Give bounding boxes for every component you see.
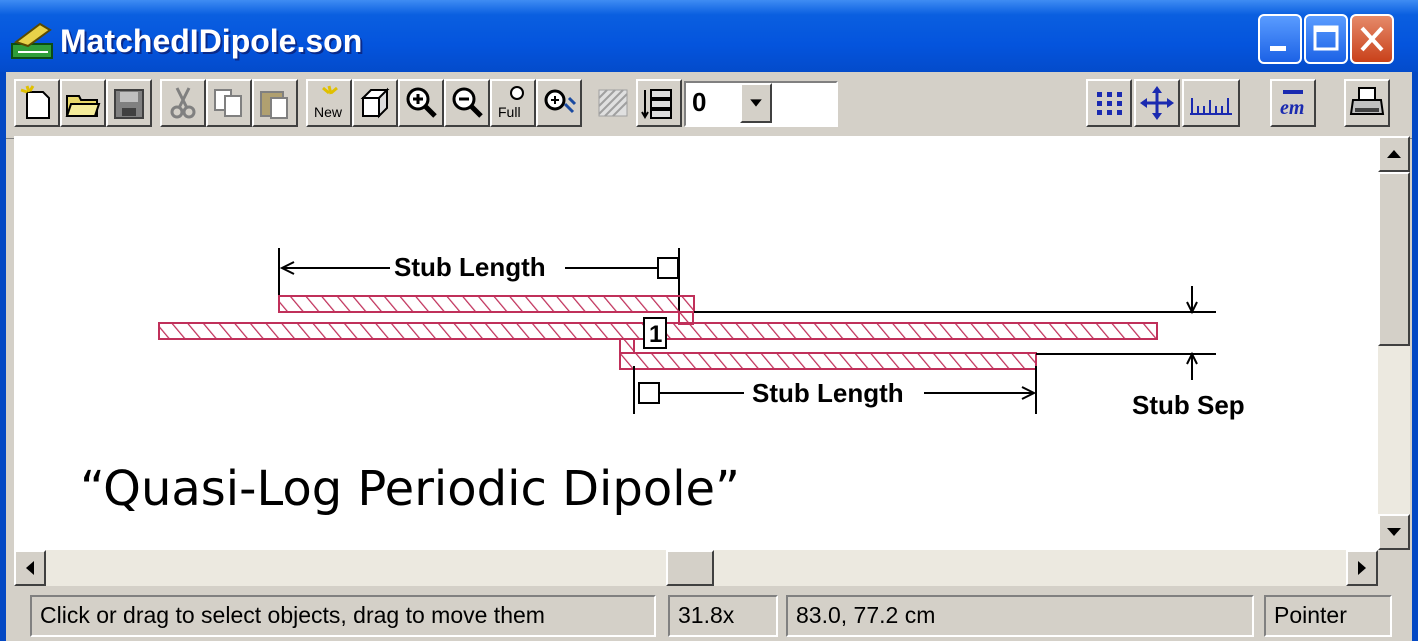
toolbar: New Full 0 em [0, 72, 1418, 139]
print-icon [1349, 87, 1385, 115]
arrow-down-icon [1387, 528, 1401, 536]
horizontal-scroll-thumb[interactable] [666, 550, 714, 586]
paste-button[interactable] [252, 79, 298, 127]
layer-dropdown-arrow[interactable] [740, 83, 772, 123]
arrow-right-icon [1358, 561, 1366, 575]
new-file-icon [20, 85, 50, 119]
app-icon [10, 20, 56, 62]
new-label: New [314, 104, 343, 120]
grid-icon [1097, 92, 1122, 115]
new-view-icon: New [314, 85, 343, 120]
zoom-out-icon [452, 87, 483, 118]
vertical-scrollbar[interactable] [1378, 136, 1410, 550]
save-disk-icon [114, 89, 144, 119]
zoom-in-icon [406, 87, 437, 118]
application-window: MatchedIDipole.son New Full 0 em 1 Stub … [0, 0, 1418, 641]
status-bar: Click or drag to select objects, drag to… [0, 588, 1418, 641]
layers-button[interactable] [636, 79, 682, 127]
port-1[interactable]: 1 [643, 317, 667, 349]
scroll-down-button[interactable] [1378, 514, 1410, 550]
title-bar[interactable]: MatchedIDipole.son [0, 0, 1418, 82]
grid-button[interactable] [1086, 79, 1132, 127]
zoom-area-button[interactable] [536, 79, 582, 127]
new-file-button[interactable] [14, 79, 60, 127]
window-frame-left [0, 72, 6, 641]
em-button[interactable]: em [1270, 79, 1316, 127]
upper-stub-conductor[interactable] [278, 295, 695, 313]
zoom-in-button[interactable] [398, 79, 444, 127]
port-label: 1 [649, 321, 662, 348]
print-button[interactable] [1344, 79, 1390, 127]
lower-stub-via[interactable] [619, 338, 635, 354]
lower-stub-conductor[interactable] [619, 352, 1037, 370]
paste-icon [260, 91, 288, 119]
scroll-left-button[interactable] [14, 550, 46, 586]
scroll-right-button[interactable] [1346, 550, 1378, 586]
move-icon [1140, 86, 1174, 120]
close-button[interactable] [1350, 14, 1394, 64]
window-title: MatchedIDipole.son [60, 23, 363, 59]
zoom-out-button[interactable] [444, 79, 490, 127]
arrow-left-icon [26, 561, 34, 575]
status-coordinates: 83.0, 77.2 cm [786, 595, 1254, 637]
horizontal-scrollbar[interactable] [14, 550, 1378, 586]
status-message: Click or drag to select objects, drag to… [30, 595, 656, 637]
status-zoom: 31.8x [668, 595, 778, 637]
stub-sep-label: Stub Sep [1132, 390, 1245, 420]
layer-hatch-button[interactable] [590, 79, 636, 127]
drawing-canvas[interactable]: 1 Stub Length Stub Length Stub Sep “Quas… [14, 136, 1378, 550]
arrow-up-icon [1387, 150, 1401, 158]
zoom-area-icon [544, 89, 577, 114]
chevron-down-icon [750, 99, 762, 107]
caption-text: “Quasi-Log Periodic Dipole” [80, 461, 740, 517]
bottom-stub-length-label: Stub Length [752, 378, 904, 408]
em-icon: em [1280, 90, 1304, 119]
minimize-button[interactable] [1258, 14, 1302, 64]
save-button[interactable] [106, 79, 152, 127]
3d-view-icon [360, 87, 390, 119]
scroll-corner [1378, 550, 1410, 586]
window-frame-right [1412, 72, 1418, 641]
new-view-button[interactable]: New [306, 79, 352, 127]
3d-view-button[interactable] [352, 79, 398, 127]
status-mode: Pointer [1264, 595, 1392, 637]
layer-select-value: 0 [692, 87, 707, 117]
copy-icon [214, 89, 242, 117]
open-folder-icon [65, 95, 101, 117]
cut-icon [170, 87, 196, 119]
cut-button[interactable] [160, 79, 206, 127]
layer-hatch-icon [598, 89, 628, 117]
zoom-full-icon: Full [498, 86, 524, 120]
open-button[interactable] [60, 79, 106, 127]
copy-button[interactable] [206, 79, 252, 127]
layers-icon [641, 89, 672, 119]
full-label: Full [498, 104, 521, 120]
ruler-button[interactable] [1182, 79, 1240, 127]
scroll-up-button[interactable] [1378, 136, 1410, 172]
move-button[interactable] [1134, 79, 1180, 127]
maximize-button[interactable] [1304, 14, 1348, 64]
em-label: em [1280, 97, 1304, 119]
ruler-icon [1190, 98, 1232, 115]
zoom-full-button[interactable]: Full [490, 79, 536, 127]
top-stub-length-label: Stub Length [394, 252, 546, 282]
vertical-scroll-thumb[interactable] [1378, 172, 1410, 346]
